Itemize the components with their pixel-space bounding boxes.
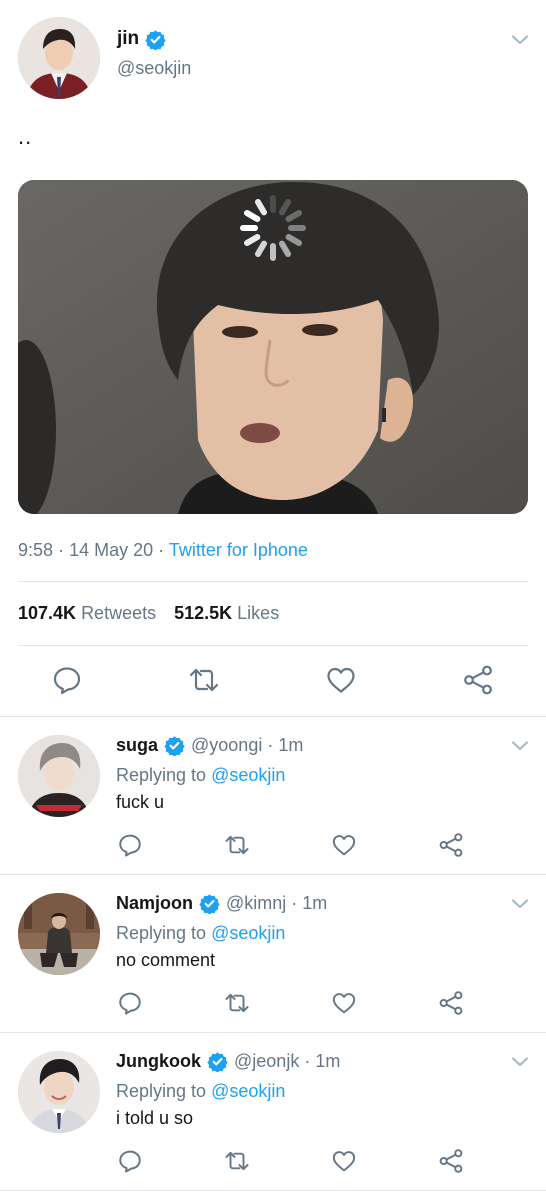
reply-avatar[interactable] — [18, 893, 100, 975]
reply-name-row: suga @yoongi · 1m — [116, 735, 303, 756]
separator: · — [304, 1051, 311, 1071]
author-avatar[interactable] — [18, 17, 100, 99]
reply-text: no comment — [116, 950, 216, 970]
heart-icon[interactable] — [331, 1148, 357, 1174]
divider — [0, 1190, 546, 1191]
separator: · — [291, 893, 298, 913]
replying-to-mention[interactable]: @seokjin — [211, 1081, 285, 1101]
reply-tweet[interactable]: Jungkook @jeonjk · 1m Replying to @seokj… — [0, 1033, 546, 1190]
reply-avatar[interactable] — [18, 1051, 100, 1133]
reply-handle[interactable]: @kimnj — [226, 893, 286, 914]
replying-to: Replying to @seokjin — [116, 923, 285, 944]
retweet-icon[interactable] — [224, 990, 250, 1016]
chevron-down-icon[interactable] — [511, 34, 529, 46]
heart-icon[interactable] — [325, 664, 357, 696]
reply-time[interactable]: 1m — [315, 1051, 340, 1072]
reply-name-row: Jungkook @jeonjk · 1m — [116, 1051, 340, 1072]
share-icon[interactable] — [462, 664, 494, 696]
author-handle[interactable]: @seokjin — [117, 58, 191, 79]
share-icon[interactable] — [438, 1148, 464, 1174]
reply-icon[interactable] — [117, 1148, 143, 1174]
retweet-icon[interactable] — [188, 664, 220, 696]
author-name-row: jin — [117, 28, 166, 50]
heart-icon[interactable] — [331, 832, 357, 858]
tweet-date[interactable]: 14 May 20 — [69, 540, 153, 560]
reply-text: fuck u — [116, 792, 165, 812]
reply-time[interactable]: 1m — [278, 735, 303, 756]
replying-to-mention[interactable]: @seokjin — [211, 923, 285, 943]
verified-badge-icon — [199, 893, 220, 914]
separator: · — [58, 540, 65, 560]
retweet-icon[interactable] — [224, 1148, 250, 1174]
separator: · — [267, 735, 274, 755]
chevron-down-icon[interactable] — [511, 1056, 529, 1068]
separator: · — [158, 540, 165, 560]
tweet-stats: 107.4K Retweets 512.5K Likes — [18, 603, 279, 624]
main-tweet: jin @seokjin .. 9:58 · 14 May 20 · Twitt… — [0, 0, 546, 716]
tweet-timestamp: 9:58 · 14 May 20 · Twitter for Iphone — [18, 540, 308, 561]
likes-label: Likes — [237, 603, 280, 623]
reply-time[interactable]: 1m — [302, 893, 327, 914]
replying-to: Replying to @seokjin — [116, 765, 285, 786]
author-display-name[interactable]: jin — [117, 28, 139, 50]
reply-display-name[interactable]: Jungkook — [116, 1051, 201, 1072]
reply-display-name[interactable]: Namjoon — [116, 893, 193, 914]
replying-label: Replying to — [116, 1081, 207, 1101]
reply-tweet[interactable]: Namjoon @kimnj · 1m Replying to @seokjin… — [0, 875, 546, 1032]
tweet-text: .. — [18, 124, 33, 149]
reply-handle[interactable]: @jeonjk — [234, 1051, 299, 1072]
retweets-count: 107.4K — [18, 603, 77, 623]
likes-stat[interactable]: 512.5K Likes — [174, 603, 279, 623]
verified-badge-icon — [207, 1051, 228, 1072]
replying-to: Replying to @seokjin — [116, 1081, 285, 1102]
tweet-time[interactable]: 9:58 — [18, 540, 53, 560]
reply-display-name[interactable]: suga — [116, 735, 158, 756]
tweet-source-link[interactable]: Twitter for Iphone — [169, 540, 308, 560]
reply-handle[interactable]: @yoongi — [191, 735, 262, 756]
share-icon[interactable] — [438, 990, 464, 1016]
chevron-down-icon[interactable] — [511, 898, 529, 910]
replying-label: Replying to — [116, 923, 207, 943]
chevron-down-icon[interactable] — [511, 740, 529, 752]
heart-icon[interactable] — [331, 990, 357, 1016]
replying-label: Replying to — [116, 765, 207, 785]
reply-icon[interactable] — [51, 664, 83, 696]
share-icon[interactable] — [438, 832, 464, 858]
retweets-stat[interactable]: 107.4K Retweets — [18, 603, 156, 623]
reply-icon[interactable] — [117, 832, 143, 858]
reply-name-row: Namjoon @kimnj · 1m — [116, 893, 327, 914]
likes-count: 512.5K — [174, 603, 233, 623]
retweets-label: Retweets — [81, 603, 157, 623]
reply-tweet[interactable]: suga @yoongi · 1m Replying to @seokjin f… — [0, 717, 546, 874]
reply-avatar[interactable] — [18, 735, 100, 817]
reply-text: i told u so — [116, 1108, 194, 1128]
verified-badge-icon — [145, 29, 166, 50]
verified-badge-icon — [164, 735, 185, 756]
replying-to-mention[interactable]: @seokjin — [211, 765, 285, 785]
divider — [18, 645, 528, 646]
retweet-icon[interactable] — [224, 832, 250, 858]
divider — [18, 581, 528, 582]
tweet-media-image[interactable] — [18, 180, 528, 514]
reply-icon[interactable] — [117, 990, 143, 1016]
